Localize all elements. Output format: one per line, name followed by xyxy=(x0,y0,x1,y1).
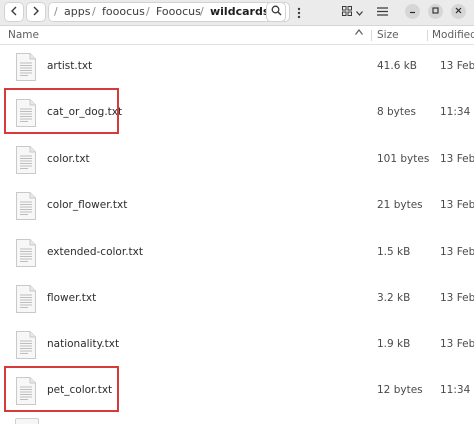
file-modified: 13 Feb xyxy=(440,199,474,211)
maximize-button[interactable] xyxy=(428,4,443,19)
file-modified: 13 Feb xyxy=(440,338,474,350)
column-size[interactable]: Size xyxy=(377,29,399,41)
file-name: artist.txt xyxy=(47,60,93,72)
file-size: 21 bytes xyxy=(377,199,423,211)
search-icon xyxy=(271,5,282,19)
file-row[interactable]: color_flower.txt 21 bytes 13 Feb xyxy=(0,187,474,234)
file-row[interactable]: color.txt 101 bytes 13 Feb xyxy=(0,141,474,188)
file-size: 12 bytes xyxy=(377,384,423,396)
file-name: nationality.txt xyxy=(47,338,120,350)
close-icon xyxy=(455,7,462,17)
file-modified: 11:34 xyxy=(440,106,471,118)
file-size: 41.6 kB xyxy=(377,60,418,72)
file-size: 101 bytes xyxy=(377,153,430,165)
file-icon xyxy=(15,418,39,424)
maximize-icon xyxy=(432,6,439,17)
main-menu-button[interactable] xyxy=(372,2,392,22)
path-separator: / xyxy=(200,5,204,18)
minimize-icon xyxy=(409,7,416,17)
column-divider xyxy=(427,30,428,41)
header-bar: / apps / fooocus / Fooocus / wildcards xyxy=(0,0,474,26)
chevron-right-icon xyxy=(32,6,40,19)
path-separator: / xyxy=(146,5,150,18)
file-modified: 13 Feb xyxy=(440,60,474,72)
text-file-icon xyxy=(15,145,37,175)
kebab-menu-icon xyxy=(297,7,301,22)
file-name: color_flower.txt xyxy=(47,199,128,211)
file-modified: 13 Feb xyxy=(440,292,474,304)
column-modified[interactable]: Modified xyxy=(432,29,474,41)
chevron-down-icon xyxy=(355,6,363,19)
text-file-icon xyxy=(15,284,37,314)
chevron-left-icon xyxy=(10,6,18,19)
breadcrumb-fooocus[interactable]: fooocus xyxy=(102,5,145,18)
hamburger-menu-icon xyxy=(376,6,388,19)
file-modified: 11:34 xyxy=(440,384,471,396)
path-bar: / apps / fooocus / Fooocus / wildcards xyxy=(48,2,301,22)
file-row[interactable]: extended-color.txt 1.5 kB 13 Feb xyxy=(0,234,474,281)
file-size: 1.5 kB xyxy=(377,246,411,258)
view-options-button[interactable] xyxy=(336,2,368,22)
text-file-icon xyxy=(15,191,37,221)
file-size: 3.2 kB xyxy=(377,292,411,304)
back-button[interactable] xyxy=(4,2,24,22)
text-file-icon xyxy=(15,52,37,82)
sort-up-icon xyxy=(355,28,363,38)
text-file-icon xyxy=(15,238,37,268)
column-divider xyxy=(371,30,372,41)
highlight-box xyxy=(4,366,119,412)
file-size: 1.9 kB xyxy=(377,338,411,350)
highlight-box xyxy=(4,88,119,134)
column-header: Name Size Modified xyxy=(0,26,474,45)
file-modified: 13 Feb xyxy=(440,246,474,258)
text-file-icon xyxy=(15,330,37,360)
file-name: extended-color.txt xyxy=(47,246,143,258)
breadcrumb-apps[interactable]: apps xyxy=(64,5,90,18)
path-separator: / xyxy=(54,5,58,18)
breadcrumb-wildcards[interactable]: wildcards xyxy=(210,5,269,18)
minimize-button[interactable] xyxy=(405,4,420,19)
file-size: 8 bytes xyxy=(377,106,416,118)
file-modified: 13 Feb xyxy=(440,153,474,165)
file-name: color.txt xyxy=(47,153,90,165)
path-separator: / xyxy=(92,5,96,18)
path-menu-button[interactable] xyxy=(290,5,308,23)
file-manager-window: / apps / fooocus / Fooocus / wildcards N… xyxy=(0,0,474,424)
close-button[interactable] xyxy=(451,4,466,19)
breadcrumb-Fooocus[interactable]: Fooocus xyxy=(156,5,201,18)
file-name: flower.txt xyxy=(47,292,97,304)
file-row[interactable]: flower.txt 3.2 kB 13 Feb xyxy=(0,280,474,327)
search-button[interactable] xyxy=(266,2,286,22)
column-name[interactable]: Name xyxy=(8,29,39,41)
grid-view-icon xyxy=(341,5,352,19)
forward-button[interactable] xyxy=(26,2,46,22)
